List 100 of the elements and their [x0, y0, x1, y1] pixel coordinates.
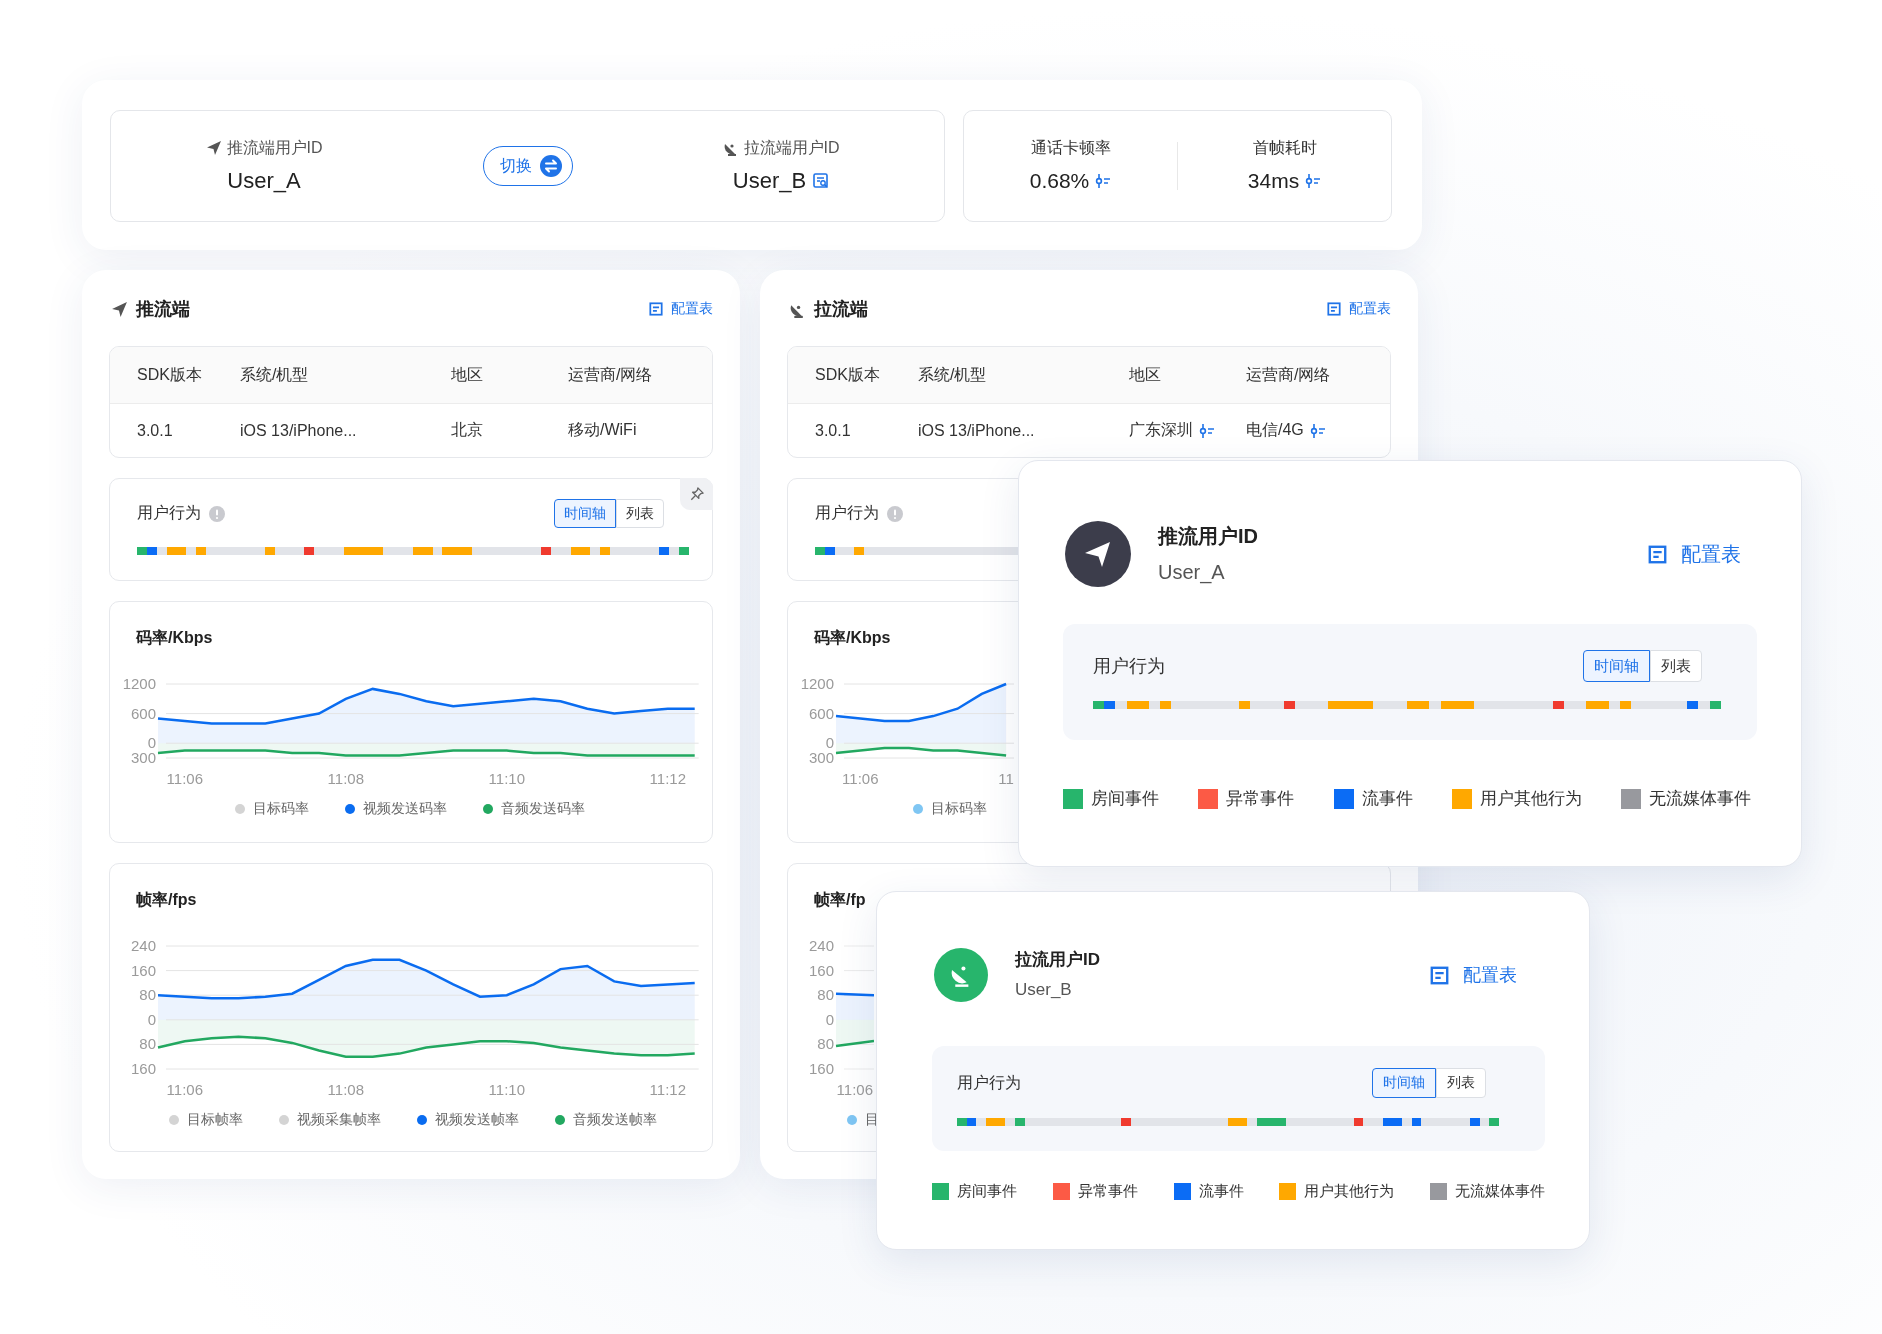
table-cell-text: 移动/WiFi: [568, 420, 637, 440]
slider-icon[interactable]: [1199, 422, 1215, 439]
paper-plane-avatar-icon: [1065, 521, 1131, 587]
legend-label: 目标码率: [253, 800, 309, 819]
user-id: User_A: [227, 167, 301, 195]
section-title: 用户行为: [815, 503, 879, 523]
legend-label: 异常事件: [1077, 1182, 1138, 1201]
config-link[interactable]: 配置表: [1327, 300, 1391, 318]
legend-label: 异常事件: [1226, 788, 1295, 810]
table-cell: 3.0.1: [815, 421, 851, 440]
metric-label: 通话卡顿率: [1030, 138, 1111, 158]
view-tab[interactable]: 时间轴: [1372, 1068, 1436, 1098]
axis-label: 160: [130, 1060, 156, 1078]
axis-label: 11:12: [649, 770, 687, 788]
axis-label: 80: [817, 1035, 834, 1053]
axis-label: 11:12: [649, 1081, 687, 1099]
document-icon: [1648, 544, 1667, 564]
table-header-cell-text: SDK版本: [137, 364, 203, 385]
legend-label: 流事件: [1198, 1182, 1244, 1201]
axis-label: 160: [808, 961, 834, 979]
popover-title: 推流用户ID: [1158, 524, 1258, 549]
legend-label: 用户其他行为: [1479, 788, 1582, 810]
axis-label: 0: [825, 734, 834, 752]
axis-label: 240: [130, 937, 156, 955]
axis-label: 11:08: [327, 1081, 365, 1099]
section-title: 用户行为: [137, 503, 201, 523]
user-id-label: 推流端用户ID: [226, 138, 323, 158]
axis-label: 11:06: [842, 770, 879, 788]
legend-label: 用户其他行为: [1304, 1182, 1395, 1201]
view-tab[interactable]: 时间轴: [554, 499, 616, 528]
axis-label: 600: [808, 704, 834, 722]
axis-label: 160: [808, 1060, 834, 1078]
legend-label: 音频发送帧率: [573, 1111, 657, 1130]
table-header-cell-text: 运营商/网络: [1246, 364, 1332, 385]
legend-label: 视频发送帧率: [435, 1111, 519, 1130]
metric-value: 34ms: [1247, 168, 1300, 194]
view-tab[interactable]: 列表: [1436, 1068, 1486, 1098]
user-id: User_B: [1015, 979, 1073, 1001]
section-title: 用户行为: [1093, 655, 1165, 678]
pin-icon: [689, 486, 704, 501]
axis-label: 11:06: [166, 1081, 204, 1099]
axis-label: 80: [139, 1035, 156, 1053]
document-search-icon[interactable]: [813, 173, 830, 189]
satellite-dish-avatar-icon: [934, 948, 988, 1002]
switch-button[interactable]: 切换: [483, 146, 573, 186]
table-header-cell-text: 系统/机型: [240, 364, 310, 385]
paper-plane-icon: [205, 140, 222, 156]
axis-label: 300: [130, 749, 156, 767]
config-link[interactable]: 配置表: [1648, 540, 1741, 568]
slider-icon[interactable]: [1309, 422, 1326, 439]
legend-label: 目标码率: [931, 800, 987, 819]
view-tab[interactable]: 列表: [1650, 650, 1702, 682]
document-icon: [1430, 965, 1449, 985]
axis-label: 0: [147, 734, 156, 752]
legend-label: 流事件: [1361, 788, 1413, 810]
axis-label: 300: [808, 749, 834, 767]
info-icon: [209, 505, 225, 522]
chart-title: 码率/Kbps: [814, 628, 891, 649]
slider-icon[interactable]: [1305, 173, 1322, 189]
config-link[interactable]: 配置表: [649, 300, 713, 318]
panel-title: 拉流端: [814, 298, 868, 321]
axis-label: 160: [130, 961, 156, 979]
popover-title: 拉流用户ID: [1015, 949, 1100, 971]
table-cell-text: 广东深圳: [1129, 420, 1193, 440]
axis-label: 80: [139, 986, 156, 1004]
legend-label: 目: [865, 1111, 879, 1130]
table-header-cell-text: 运营商/网络: [568, 364, 654, 385]
slider-icon[interactable]: [1095, 173, 1112, 189]
table-cell: iOS 13/iPhone...: [240, 421, 357, 440]
table-header-cell-text: 系统/机型: [918, 364, 988, 385]
legend-label: 无流媒体事件: [1649, 788, 1751, 810]
axis-label: 600: [130, 704, 156, 722]
view-tab[interactable]: 列表: [616, 499, 664, 528]
axis-label: 11:10: [488, 1081, 526, 1099]
legend-label: 无流媒体事件: [1455, 1182, 1545, 1201]
info-icon: [887, 505, 903, 522]
config-link[interactable]: 配置表: [1430, 963, 1517, 987]
table-cell-text: 北京: [451, 420, 483, 440]
document-icon: [1327, 302, 1341, 316]
paper-plane-icon: [111, 300, 128, 318]
axis-label: 11:06: [166, 770, 204, 788]
axis-label: 240: [808, 937, 834, 955]
chart-title: 帧率/fps: [136, 890, 197, 911]
axis-label: 11:10: [488, 770, 526, 788]
pin-button[interactable]: [680, 477, 713, 510]
axis-label: 1200: [122, 675, 156, 693]
user-id: User_B: [732, 167, 807, 195]
view-tab[interactable]: 时间轴: [1583, 650, 1650, 682]
user-id: User_A: [1158, 560, 1226, 585]
document-icon: [649, 302, 663, 316]
table-cell: iOS 13/iPhone...: [918, 421, 1035, 440]
axis-label: 11: [998, 770, 1014, 788]
legend-label: 房间事件: [1091, 788, 1159, 810]
table-cell-text: 电信/4G: [1246, 420, 1304, 440]
axis-label: 0: [147, 1011, 156, 1028]
legend-label: 房间事件: [957, 1182, 1017, 1201]
metric-label: 首帧耗时: [1252, 138, 1317, 158]
metric-value: 0.68%: [1029, 168, 1090, 194]
axis-label: 0: [825, 1011, 834, 1028]
table-header-cell-text: SDK版本: [815, 364, 881, 385]
